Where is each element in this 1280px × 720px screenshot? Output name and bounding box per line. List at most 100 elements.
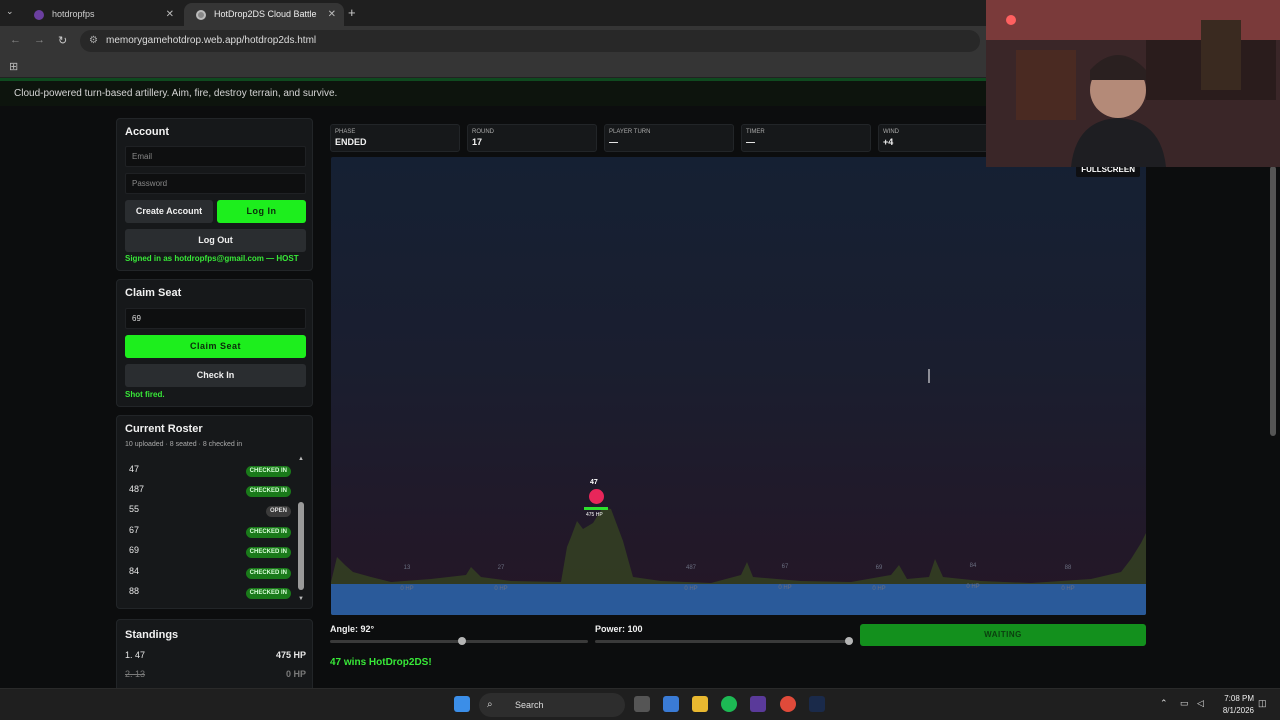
close-icon[interactable]: ✕ <box>328 3 336 26</box>
notepad-icon[interactable] <box>663 696 679 712</box>
angle-slider[interactable] <box>330 637 588 645</box>
claim-seat-button[interactable]: Claim Seat <box>125 335 306 358</box>
standings-name: 1. 47 <box>125 650 146 660</box>
new-tab-icon[interactable]: + <box>348 5 356 20</box>
stat-value: — <box>609 137 618 147</box>
dead-tank: 84 0 HP <box>963 563 983 590</box>
roster-row: 47 CHECKED IN <box>129 464 291 480</box>
tab-favicon-icon <box>34 10 44 20</box>
standings-hp: 475 HP <box>275 650 306 660</box>
taskbar-search[interactable]: ⌕ Search <box>479 693 625 717</box>
password-field[interactable]: Password <box>125 173 306 194</box>
tank-name: 13 <box>403 565 411 571</box>
status-badge: CHECKED IN <box>245 527 291 538</box>
stat-phase: PHASE ENDED <box>330 124 460 152</box>
steam-icon[interactable] <box>809 696 825 712</box>
hud-fx-icon[interactable] <box>750 696 766 712</box>
stat-round: ROUND 17 <box>467 124 597 152</box>
panel-title: Account <box>125 126 169 138</box>
roster-seat: 55 <box>129 504 140 514</box>
tank-name: 84 <box>969 563 977 569</box>
task-view-icon[interactable] <box>634 696 650 712</box>
roster-seat: 67 <box>129 525 140 535</box>
tagline: Cloud-powered turn-based artillery. Aim,… <box>14 88 338 99</box>
volume-icon[interactable]: ◁ <box>1197 698 1204 709</box>
status-badge: OPEN <box>265 506 291 517</box>
fire-button[interactable]: WAITING <box>860 624 1146 646</box>
browser-tab-active[interactable]: HotDrop2DS Cloud Battle ✕ <box>184 3 344 26</box>
log-out-button[interactable]: Log Out <box>125 229 306 252</box>
back-icon[interactable]: ← <box>10 34 21 46</box>
taskbar: ⌕ Search ⌃ ▭ ◁ 7:08 PM 8/1/2026 ◫ <box>0 688 1280 720</box>
network-icon[interactable]: ▭ <box>1180 698 1189 709</box>
roster-panel: Current Roster 10 uploaded · 8 seated · … <box>116 415 313 609</box>
chevron-up-icon[interactable]: ⌃ <box>1160 698 1168 709</box>
stat-value: ENDED <box>335 137 367 147</box>
account-status: Signed in as hotdropfps@gmail.com — HOST <box>125 254 299 263</box>
seat-input[interactable]: 69 <box>125 308 306 329</box>
angle-label: Angle: 92° <box>330 624 375 634</box>
stat-value: — <box>746 137 755 147</box>
chrome-icon[interactable] <box>780 696 796 712</box>
stat-label: PHASE <box>335 129 356 135</box>
roster-seat: 47 <box>129 464 140 474</box>
roster-row: 88 CHECKED IN <box>129 586 291 602</box>
status-badge: CHECKED IN <box>245 547 291 558</box>
site-info-icon[interactable]: ⚙ <box>89 30 98 52</box>
tank-name: 67 <box>781 564 789 570</box>
reload-icon[interactable]: ↻ <box>58 34 67 47</box>
forward-icon[interactable]: → <box>34 34 45 46</box>
game-result: 47 wins HotDrop2DS! <box>330 657 432 668</box>
apps-grid-icon[interactable]: ⊞ <box>9 60 18 73</box>
claim-status: Shot fired. <box>125 390 165 399</box>
email-field[interactable]: Email <box>125 146 306 167</box>
scroll-down-icon[interactable]: ▼ <box>298 596 304 602</box>
log-in-button[interactable]: Log In <box>217 200 306 223</box>
stat-label: TIMER <box>746 129 765 135</box>
create-account-button[interactable]: Create Account <box>125 200 213 223</box>
tank-name: 487 <box>685 565 696 571</box>
webcam-overlay <box>986 0 1280 167</box>
fire-controls: Angle: 92° Power: 100 WAITING 47 wins Ho… <box>330 620 1146 680</box>
clock-date: 8/1/2026 <box>1222 706 1254 715</box>
tank-hp-bar <box>584 507 608 510</box>
browser-tab[interactable]: hotdropfps ✕ <box>22 3 182 26</box>
file-explorer-icon[interactable] <box>692 696 708 712</box>
status-badge: CHECKED IN <box>245 466 291 477</box>
stat-player-turn: PLAYER TURN — <box>604 124 734 152</box>
account-panel: Account Email Password Create Account Lo… <box>116 118 313 271</box>
dead-tank: 67 0 HP <box>775 564 795 591</box>
page-scrollbar[interactable] <box>1270 166 1276 436</box>
roster-row: 84 CHECKED IN <box>129 566 291 582</box>
tank-hp-label: 0 HP <box>684 586 698 592</box>
standings-row: 2. 13 0 HP <box>125 669 306 679</box>
tank-name: 69 <box>875 565 883 571</box>
close-icon[interactable]: ✕ <box>166 3 174 26</box>
roster-row: 67 CHECKED IN <box>129 525 291 541</box>
system-clock[interactable]: 7:08 PM 8/1/2026 <box>1216 693 1254 717</box>
roster-scrollbar[interactable]: ▲ ▼ <box>298 456 304 604</box>
game-arena[interactable]: FULLSCREEN 47 475 HP 13 0 HP 27 0 HP 487… <box>331 157 1146 615</box>
power-slider-knob[interactable] <box>845 637 853 645</box>
roster-row: 55 OPEN <box>129 504 291 520</box>
clock-time: 7:08 PM <box>1224 694 1254 703</box>
tank-hp-label: 0 HP <box>778 585 792 591</box>
notification-icon[interactable]: ◫ <box>1258 698 1267 709</box>
spotify-icon[interactable] <box>721 696 737 712</box>
stat-label: ROUND <box>472 129 494 135</box>
scrollbar-thumb[interactable] <box>298 502 304 590</box>
check-in-button[interactable]: Check In <box>125 364 306 387</box>
angle-slider-knob[interactable] <box>457 637 466 645</box>
tank-hp-label: 0 HP <box>494 586 508 592</box>
panel-title: Claim Seat <box>125 287 182 299</box>
tank-hp-label: 475 HP <box>586 512 603 518</box>
start-icon[interactable] <box>454 696 470 712</box>
power-slider[interactable] <box>595 637 853 645</box>
tab-title: HotDrop2DS Cloud Battle <box>214 9 317 19</box>
tab-search-icon[interactable]: ⌄ <box>6 6 14 17</box>
webcam-image <box>986 0 1280 167</box>
tank-name: 47 <box>590 479 598 486</box>
roster-row: 69 CHECKED IN <box>129 545 291 561</box>
scroll-up-icon[interactable]: ▲ <box>298 456 304 462</box>
url-input[interactable]: ⚙ memorygamehotdrop.web.app/hotdrop2ds.h… <box>80 30 980 52</box>
